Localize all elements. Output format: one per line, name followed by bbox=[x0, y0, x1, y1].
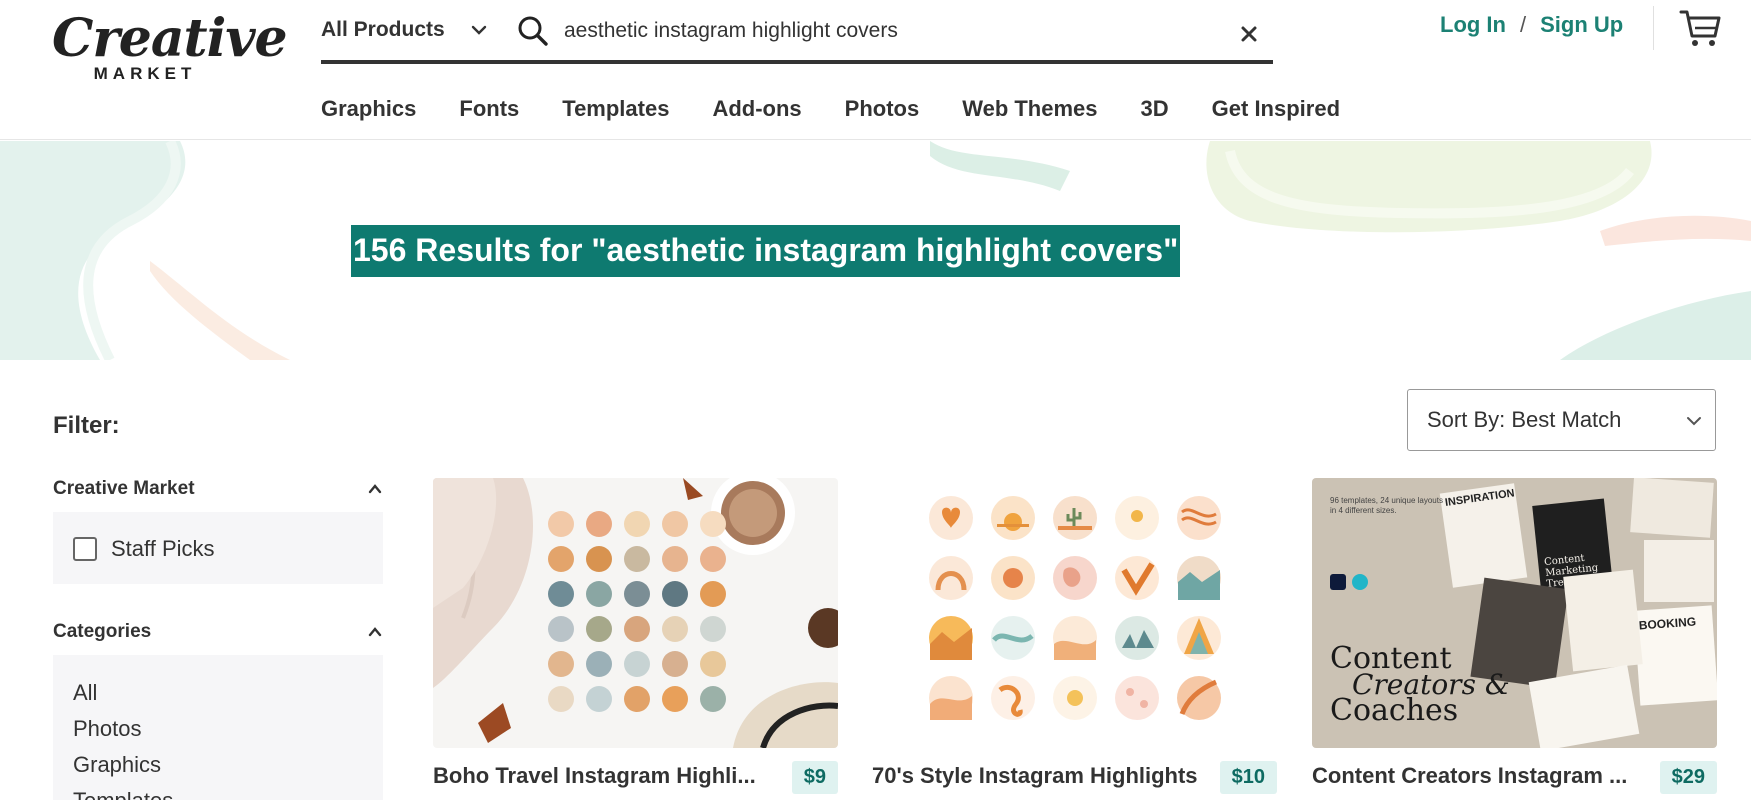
staff-picks-checkbox[interactable] bbox=[73, 537, 97, 561]
auth-separator: / bbox=[1519, 12, 1527, 37]
header-divider bbox=[1653, 6, 1654, 50]
sort-label: Sort By: Best Match bbox=[1427, 407, 1622, 432]
booking-text: BOOKING bbox=[1638, 614, 1697, 633]
category-templates[interactable]: Templates bbox=[73, 783, 383, 800]
staff-picks-label: Staff Picks bbox=[111, 536, 215, 561]
categories-section-toggle[interactable]: Categories bbox=[53, 621, 383, 643]
price-badge: $10 bbox=[1219, 761, 1277, 794]
template-preview-collage: INSPIRATION Content Marketing Trends BOO… bbox=[1312, 478, 1717, 748]
nav-photos[interactable]: Photos bbox=[845, 96, 920, 122]
boho-highlights-image bbox=[433, 478, 838, 748]
creative-market-heading: Creative Market bbox=[53, 478, 195, 499]
product-title[interactable]: Boho Travel Instagram Highli... bbox=[433, 763, 763, 789]
product-scope-label: All Products bbox=[321, 18, 445, 41]
staff-picks-option[interactable]: Staff Picks bbox=[53, 512, 383, 562]
site-header: Creative MARKET All Products Log In / Si… bbox=[0, 0, 1751, 140]
price-badge: $29 bbox=[1659, 761, 1717, 794]
creative-market-section-toggle[interactable]: Creative Market bbox=[53, 478, 383, 500]
cart-icon[interactable] bbox=[1679, 8, 1723, 48]
sort-select[interactable]: Sort By: Best Match bbox=[1407, 389, 1716, 451]
category-all[interactable]: All bbox=[73, 675, 383, 711]
template-note-text: 96 templates, 24 unique layouts in 4 dif… bbox=[1330, 496, 1443, 515]
nav-addons[interactable]: Add-ons bbox=[712, 96, 801, 122]
nav-fonts[interactable]: Fonts bbox=[459, 96, 519, 122]
creative-market-logo[interactable]: Creative MARKET bbox=[52, 8, 288, 84]
signup-link[interactable]: Sign Up bbox=[1540, 12, 1623, 38]
highlight-circles-grid bbox=[548, 511, 726, 712]
product-thumbnail[interactable] bbox=[433, 478, 838, 748]
logo-wordmark: Creative bbox=[52, 8, 288, 69]
product-card[interactable]: 70's Style Instagram Highlights $10 bbox=[872, 478, 1277, 794]
seventies-highlights-image bbox=[929, 496, 1221, 720]
product-title[interactable]: Content Creators Instagram ... bbox=[1312, 763, 1642, 789]
chevron-up-icon bbox=[368, 484, 382, 494]
nav-templates[interactable]: Templates bbox=[562, 96, 669, 122]
nav-get-inspired[interactable]: Get Inspired bbox=[1212, 96, 1340, 122]
category-photos[interactable]: Photos bbox=[73, 711, 383, 747]
nav-web-themes[interactable]: Web Themes bbox=[962, 96, 1097, 122]
results-banner: 156 Results for "aesthetic instagram hig… bbox=[0, 141, 1751, 360]
category-nav: Graphics Fonts Templates Add-ons Photos … bbox=[321, 96, 1340, 122]
search-icon[interactable] bbox=[516, 14, 550, 48]
product-scope-select[interactable]: All Products bbox=[321, 18, 489, 42]
price-badge: $9 bbox=[791, 761, 838, 794]
creative-market-panel: Staff Picks bbox=[53, 512, 383, 584]
product-thumbnail[interactable] bbox=[872, 478, 1277, 748]
search-bar: All Products bbox=[321, 8, 1273, 64]
nav-3d[interactable]: 3D bbox=[1141, 96, 1169, 122]
inspiration-text: INSPIRATION bbox=[1444, 487, 1516, 509]
product-card[interactable]: INSPIRATION Content Marketing Trends BOO… bbox=[1312, 478, 1717, 794]
product-title[interactable]: 70's Style Instagram Highlights bbox=[872, 763, 1202, 789]
categories-heading: Categories bbox=[53, 621, 152, 642]
category-graphics[interactable]: Graphics bbox=[73, 747, 383, 783]
chevron-down-icon bbox=[471, 25, 486, 35]
close-icon[interactable] bbox=[1239, 24, 1259, 44]
nav-graphics[interactable]: Graphics bbox=[321, 96, 416, 122]
search-input[interactable] bbox=[564, 16, 1164, 46]
product-card[interactable]: Boho Travel Instagram Highli... $9 bbox=[433, 478, 838, 794]
auth-links: Log In / Sign Up bbox=[1440, 12, 1623, 38]
filter-heading: Filter: bbox=[53, 412, 120, 439]
chevron-up-icon bbox=[368, 627, 382, 637]
login-link[interactable]: Log In bbox=[1440, 12, 1506, 38]
chevron-down-icon bbox=[1687, 417, 1701, 426]
results-heading: 156 Results for "aesthetic instagram hig… bbox=[351, 225, 1181, 277]
product-thumbnail[interactable]: INSPIRATION Content Marketing Trends BOO… bbox=[1312, 478, 1717, 748]
categories-panel: All Photos Graphics Templates bbox=[53, 655, 383, 800]
headline-line-3: Coaches bbox=[1330, 693, 1459, 728]
